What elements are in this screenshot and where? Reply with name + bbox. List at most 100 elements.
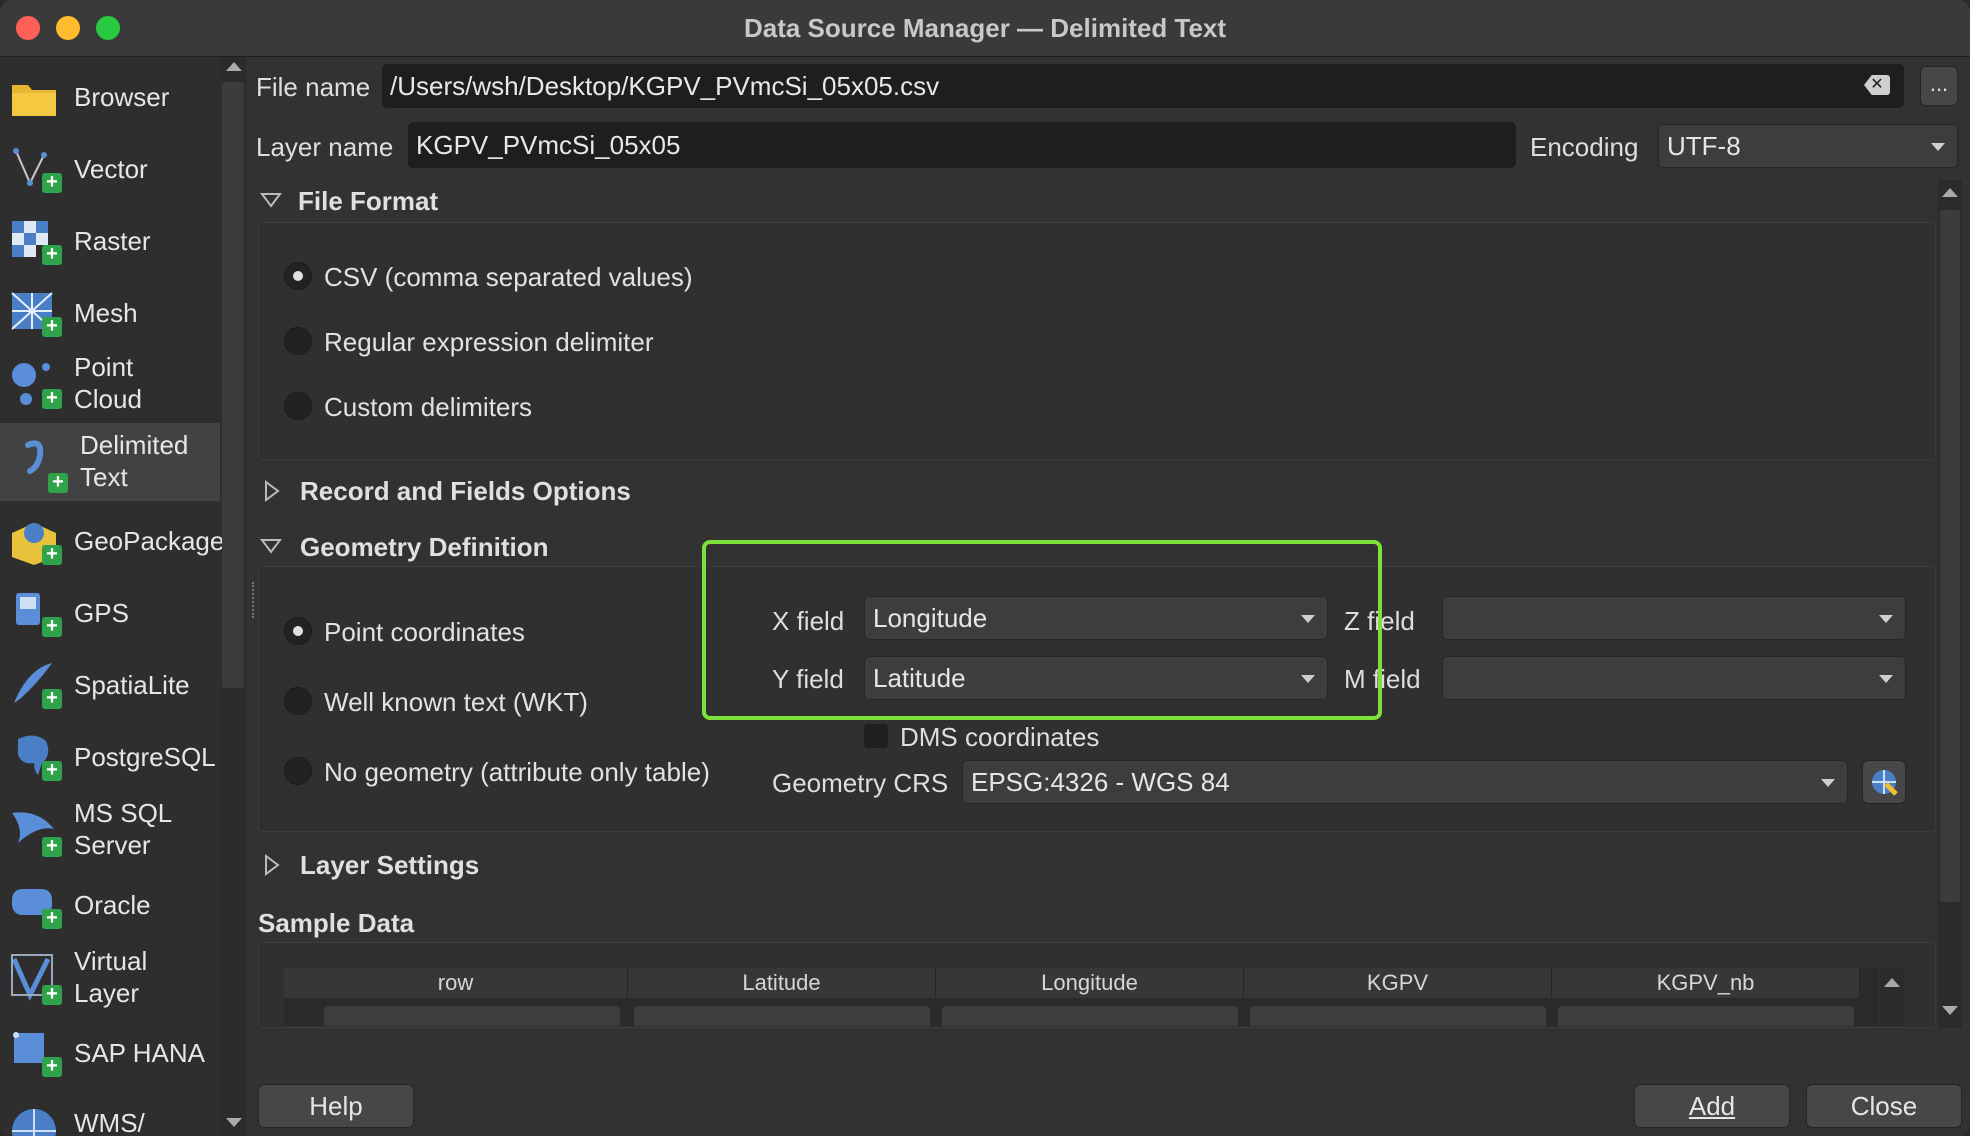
data-source-manager-window: Data Source Manager — Delimited Text Bro… [0,0,1970,1136]
csv-radio-label[interactable]: CSV (comma separated values) [324,262,692,293]
geometry-definition-header[interactable]: Geometry Definition [300,532,548,563]
add-icon: + [42,544,62,565]
collapsed-chevron-icon[interactable] [264,480,280,502]
custom-delimiters-radio-label[interactable]: Custom delimiters [324,392,532,423]
layer-name-label: Layer name [256,132,394,162]
column-type-select[interactable] [324,1006,620,1026]
clear-input-icon[interactable]: ✕ [1864,75,1890,95]
sidebar-item-raster[interactable]: + Raster [0,211,220,271]
layer-name-input[interactable]: KGPV_PVmcSi_05x05 [408,122,1516,168]
sidebar-item-spatialite[interactable]: + SpatiaLite [0,655,220,715]
geometry-crs-value: EPSG:4326 - WGS 84 [971,767,1230,797]
point-coordinates-label[interactable]: Point coordinates [324,617,525,648]
file-name-value: /Users/wsh/Desktop/KGPV_PVmcSi_05x05.csv [390,71,940,101]
sidebar-item-label: Virtual [74,946,148,976]
chevron-down-icon [1931,143,1945,151]
close-button[interactable]: Close [1806,1084,1962,1128]
column-type-select[interactable] [1250,1006,1546,1026]
encoding-label: Encoding [1530,132,1639,162]
sidebar-item-mesh[interactable]: + Mesh [0,283,220,343]
sample-scrollbar[interactable] [1880,968,1904,1026]
column-type-select[interactable] [1558,1006,1854,1026]
regex-radio[interactable] [284,327,312,355]
scroll-up-icon[interactable] [1942,188,1958,197]
sidebar-item-label: Oracle [74,890,151,920]
add-icon: + [42,760,62,781]
sidebar-item-browser[interactable]: Browser [0,67,220,127]
add-icon: + [42,908,62,929]
column-header[interactable]: row [284,968,628,998]
geometry-crs-select[interactable]: EPSG:4326 - WGS 84 [962,760,1848,804]
file-name-input[interactable]: /Users/wsh/Desktop/KGPV_PVmcSi_05x05.csv… [382,64,1904,108]
sidebar-item-virtual-layer[interactable]: + Virtual Layer [0,941,220,1015]
collapsed-chevron-icon[interactable] [264,854,280,876]
sidebar-item-label: SpatiaLite [74,670,190,700]
encoding-value: UTF-8 [1667,131,1741,161]
sidebar-item-postgresql[interactable]: + PostgreSQL [0,727,220,787]
scroll-down-icon[interactable] [226,1118,242,1127]
file-format-header[interactable]: File Format [298,186,438,217]
add-icon: + [42,316,62,337]
regex-radio-label[interactable]: Regular expression delimiter [324,327,653,358]
add-icon: + [42,688,62,709]
layer-settings-header[interactable]: Layer Settings [300,850,479,881]
sidebar-item-point-cloud[interactable]: + Point Cloud [0,349,220,419]
sidebar-item-label: Browser [74,82,170,112]
column-header[interactable]: Longitude [936,968,1244,998]
crs-selector-button[interactable] [1862,760,1906,804]
wkt-label[interactable]: Well known text (WKT) [324,687,588,718]
column-type-select[interactable] [634,1006,930,1026]
sidebar-item-label-line2: Text [80,462,128,492]
column-header[interactable]: Latitude [628,968,936,998]
sidebar-item-label: Delimited [80,430,189,460]
wkt-radio[interactable] [284,687,312,715]
add-icon: + [42,1056,62,1077]
sidebar-item-sap-hana[interactable]: + SAP HANA [0,1023,220,1083]
sidebar-item-label: Raster [74,226,151,256]
z-field-select[interactable] [1442,596,1906,640]
scroll-up-icon[interactable] [1884,978,1900,987]
main-scrollbar-thumb[interactable] [1940,210,1960,902]
custom-delimiters-radio[interactable] [284,392,312,420]
sidebar-item-ms-sql-server[interactable]: + MS SQL Server [0,793,220,867]
scroll-up-icon[interactable] [226,62,242,71]
chevron-down-icon [1879,615,1893,623]
sidebar-item-delimited-text[interactable]: + Delimited Text [0,423,220,501]
column-type-select[interactable] [942,1006,1238,1026]
title-bar: Data Source Manager — Delimited Text [0,0,1970,57]
record-options-header[interactable]: Record and Fields Options [300,476,631,507]
sidebar-item-label: Mesh [74,298,138,328]
column-header[interactable]: KGPV [1244,968,1552,998]
column-header[interactable]: KGPV_nb [1552,968,1860,998]
csv-radio[interactable] [284,262,312,290]
point-coordinates-radio[interactable] [284,617,312,645]
add-button[interactable]: Add [1634,1084,1790,1128]
sidebar-item-gps[interactable]: + GPS [0,583,220,643]
sidebar-scrollbar-thumb[interactable] [222,82,244,688]
m-field-select[interactable] [1442,656,1906,700]
scroll-down-icon[interactable] [1942,1006,1958,1015]
dms-label[interactable]: DMS coordinates [900,722,1099,753]
sample-data-table: row Latitude Longitude KGPV KGPV_nb [284,968,1878,1026]
window-title: Data Source Manager — Delimited Text [743,13,1227,43]
sidebar-item-oracle[interactable]: + Oracle [0,875,220,935]
sidebar-item-wms[interactable]: WMS/ [0,1093,220,1136]
expanded-chevron-icon[interactable] [260,192,282,208]
sidebar-item-geopackage[interactable]: + GeoPackage [0,511,222,571]
help-button[interactable]: Help [258,1084,414,1128]
no-geometry-radio[interactable] [284,757,312,785]
add-icon: + [42,388,62,409]
highlight-box [702,540,1382,720]
expanded-chevron-icon[interactable] [260,538,282,554]
encoding-select[interactable]: UTF-8 [1658,124,1958,168]
browse-button[interactable]: ... [1920,66,1958,106]
sidebar-item-label: SAP HANA [74,1038,206,1068]
sidebar-item-label: WMS/ [74,1108,145,1136]
source-sidebar: Browser + Vector + Raster + Mesh + Point… [0,57,222,1136]
no-geometry-label[interactable]: No geometry (attribute only table) [324,757,710,788]
geometry-crs-label: Geometry CRS [772,768,949,798]
sidebar-item-label: Vector [74,154,148,184]
sidebar-item-vector[interactable]: + Vector [0,139,220,199]
dms-checkbox[interactable] [864,724,888,748]
sidebar-item-label-line2: Cloud [74,384,142,414]
